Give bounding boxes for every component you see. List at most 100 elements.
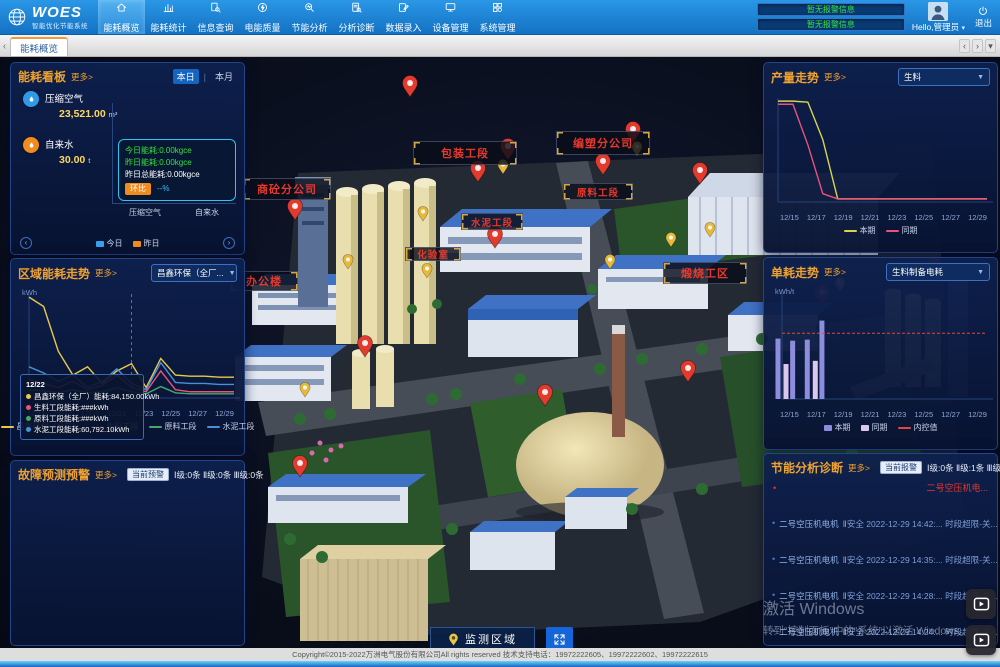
map-label[interactable]: 煅烧工区 [663, 262, 747, 284]
panel-title: 产量走势 [771, 69, 819, 86]
unit-legend: 本期 同期内控值 [764, 422, 997, 433]
logout-button[interactable]: 退出 [972, 5, 995, 29]
legend-swatch [149, 426, 162, 428]
production-legend: 本期同期 [764, 225, 997, 236]
nav-item-home[interactable]: 能耗概览 [98, 0, 145, 34]
tab-ctrl-right-icon[interactable]: › [972, 39, 983, 53]
alert-banner-bottom-text: 暂无报警信息 [807, 19, 855, 30]
nav-item-diagnosis[interactable]: 分析诊断 [333, 0, 380, 34]
toggle-today[interactable]: 本日 [173, 69, 199, 84]
diagnosis-icon [350, 1, 363, 19]
tab-ctrl-menu-icon[interactable]: ▾ [985, 39, 996, 53]
panel-title: 区域能耗走势 [18, 265, 90, 282]
production-select[interactable]: 生料▼ [898, 68, 990, 86]
alarm-list-item[interactable]: •二号空压机电机Ⅱ安全 2022-12-29 14:24:... 时段超限-关.… [764, 626, 997, 638]
overlay-media-button-2[interactable] [966, 625, 996, 655]
panel-title: 能耗看板 [18, 68, 66, 85]
kanban-next-arrow[interactable]: › [223, 237, 235, 249]
legend-item[interactable]: 本期 [824, 422, 851, 433]
legend-label: 昨日 [144, 238, 160, 249]
blue-dot-icon: • [772, 554, 775, 564]
legend-item[interactable]: 同期 [886, 225, 918, 236]
nav-item-info[interactable]: 信息查询 [192, 0, 239, 34]
marquee-text: 二号空压机电... [926, 481, 988, 494]
more-link[interactable]: 更多> [95, 267, 117, 279]
x-tick-label: 12/17 [807, 213, 826, 222]
alert-banner-top: 暂无报警信息 [757, 3, 905, 16]
legend-label: 本期 [835, 422, 851, 433]
region-chart-tooltip: 12/22 昌鑫环保（全厂）能耗:84,150.00kWh生料工段能耗:###k… [20, 374, 144, 440]
logout-label: 退出 [975, 17, 992, 29]
fullscreen-icon [553, 633, 566, 646]
user-avatar[interactable] [928, 2, 948, 21]
tab-ctrl-left-icon[interactable]: ‹ [959, 39, 970, 53]
droplet-icon [23, 91, 39, 107]
alarm-list-item[interactable]: •二号空压机电机Ⅱ安全 2022-12-29 14:42:... 时段超限-关.… [764, 518, 997, 530]
map-label[interactable]: 化验室 [405, 247, 461, 261]
fullscreen-button[interactable] [546, 627, 573, 648]
nav-item-label: 数据录入 [385, 21, 421, 34]
production-trend-chart [768, 90, 995, 208]
nav-item-stats[interactable]: 能耗统计 [145, 0, 192, 34]
legend-label: 本期 [860, 225, 876, 236]
nav-item-device[interactable]: 设备管理 [427, 0, 474, 34]
x-tick-label: 12/21 [861, 410, 880, 419]
toggle-month[interactable]: 本月 [211, 69, 237, 84]
tooltip-today: 今日能耗:0.00kgce [125, 145, 229, 157]
map-label[interactable]: 原料工段 [563, 183, 633, 200]
more-link[interactable]: 更多> [71, 71, 93, 83]
x-tick-label: 12/23 [888, 213, 907, 222]
map-label[interactable]: 编塑分公司 [556, 131, 650, 155]
legend-item[interactable]: 水泥工段 [207, 421, 255, 432]
legend-item[interactable]: 本期 [844, 225, 876, 236]
tooltip-series-line: 昌鑫环保（全厂）能耗:84,150.00kWh [26, 391, 138, 402]
tooltip-total: 昨日总能耗:0.00kgce [125, 169, 229, 181]
nav-item-label: 系统管理 [479, 21, 515, 34]
alarm-marquee: • 二号空压机电... [764, 479, 997, 494]
panel-region-trend: 区域能耗走势 更多> 昌鑫环保（全厂...▼ kWh 12/22 昌鑫环保（全厂… [10, 258, 245, 456]
tab-controls: ‹ › ▾ [959, 39, 1000, 56]
tab-scroll-left[interactable]: ‹ [0, 41, 9, 56]
map-label[interactable]: 水泥工段 [461, 213, 523, 230]
more-link[interactable]: 更多> [824, 266, 846, 278]
tooltip-yesterday: 昨日能耗:0.00kgce [125, 157, 229, 169]
nav-item-entry[interactable]: 数据录入 [380, 0, 427, 34]
legend-item[interactable]: 昨日 [133, 238, 160, 249]
region-select[interactable]: 昌鑫环保（全厂...▼ [151, 264, 237, 282]
more-link[interactable]: 更多> [824, 71, 846, 83]
user-greeting[interactable]: Hello,管理员 ▾ [912, 21, 965, 33]
power-icon [977, 5, 989, 17]
legend-label: 水泥工段 [223, 421, 255, 432]
map-label[interactable]: 商砼分公司 [243, 178, 331, 200]
person-icon [928, 2, 948, 21]
legend-label: 同期 [872, 422, 888, 433]
overlay-media-button-1[interactable] [966, 589, 996, 619]
legend-item[interactable]: 同期 [861, 422, 888, 433]
monitor-area-button[interactable]: 监测区域 [430, 627, 535, 648]
nav-item-power[interactable]: 电能质量 [239, 0, 286, 34]
ring-ratio-value: --% [157, 183, 169, 195]
nav-item-label: 分析诊断 [338, 21, 374, 34]
metric-name: 压缩空气 [45, 91, 117, 105]
more-link[interactable]: 更多> [848, 462, 870, 474]
nav-item-saving[interactable]: 节能分析 [286, 0, 333, 34]
panel-title: 节能分析诊断 [771, 459, 843, 476]
main-area: 商砼分公司包装工段编塑分公司原料工段水泥工段化验室办公楼煅烧工区 能耗看板 更多… [0, 57, 1000, 648]
alarm-list-item[interactable]: •二号空压机电机Ⅱ安全 2022-12-29 14:28:... 时段超限-关.… [764, 590, 997, 602]
unit-select[interactable]: 生料制备电耗▼ [886, 263, 990, 281]
legend-item[interactable]: 内控值 [898, 422, 938, 433]
tab-energy-overview[interactable]: 能耗概览 [10, 37, 68, 56]
map-pin-red[interactable] [403, 76, 418, 98]
navbar-right: 暂无报警信息 暂无报警信息 Hello,管理员 ▾ 退出 [757, 0, 1000, 34]
current-alarm-badge[interactable]: 当前报警 [880, 461, 922, 474]
legend-item[interactable]: 原料工段 [149, 421, 197, 432]
more-link[interactable]: 更多> [95, 469, 117, 481]
current-warning-badge[interactable]: 当前预警 [127, 468, 169, 481]
tooltip-series-line: 生料工段能耗:###kWh [26, 402, 138, 413]
legend-swatch [133, 241, 141, 247]
globe-icon [6, 6, 28, 28]
nav-item-system[interactable]: 系统管理 [474, 0, 521, 34]
map-label[interactable]: 包装工段 [413, 141, 517, 165]
legend-item[interactable]: 今日 [96, 238, 123, 249]
alarm-list-item[interactable]: •二号空压机电机Ⅱ安全 2022-12-29 14:35:... 时段超限-关.… [764, 554, 997, 566]
